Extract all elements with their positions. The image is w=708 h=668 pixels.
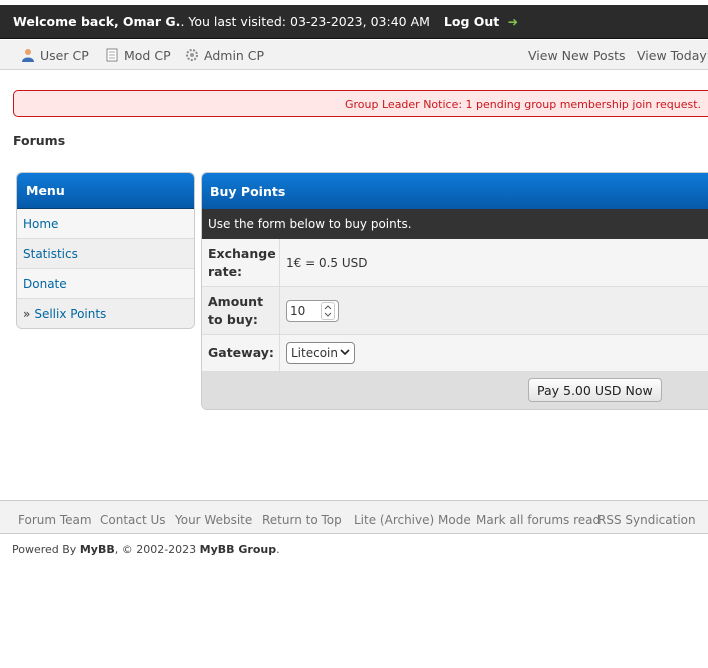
buy-points-subtitle: Use the form below to buy points. [202,209,708,239]
menu-link-donate[interactable]: Donate [23,277,67,291]
chevron-down-icon [340,348,350,359]
amount-cell: 10 [280,287,339,334]
amount-label-line1: Amount [208,293,264,309]
lite-mode-link[interactable]: Lite (Archive) Mode [354,513,471,527]
return-to-top-link[interactable]: Return to Top [262,513,342,527]
your-website-link[interactable]: Your Website [175,513,252,527]
mark-forums-read-link[interactable]: Mark all forums read [476,513,600,527]
powered-middle: , © 2002-2023 [114,543,200,556]
menu-title: Menu [17,173,194,209]
menu-item-donate: Donate [17,269,194,299]
username-link[interactable]: Omar G. [123,14,181,29]
menu-item-sellix-points: » Sellix Points [17,299,194,328]
amount-row: Amount to buy: 10 [202,287,708,335]
group-leader-notice: Group Leader Notice: 1 pending group mem… [13,90,708,117]
admin-cp-link[interactable]: Admin CP [185,40,265,69]
admin-cp-label: Admin CP [204,47,265,63]
amount-value: 10 [290,303,306,318]
exchange-rate-row: Exchange rate: 1€ = 0.5 USD [202,239,708,287]
view-todays-posts-link[interactable]: View Today's Posts [637,40,708,69]
document-icon [105,48,119,62]
view-new-posts-link[interactable]: View New Posts [528,40,626,69]
contact-us-link[interactable]: Contact Us [100,513,166,527]
amount-stepper[interactable]: 10 [286,299,339,322]
exchange-rate-label: Exchange rate: [202,239,280,286]
gateway-label: Gateway: [202,335,280,371]
logout-link[interactable]: Log Out ➜ [444,14,518,29]
user-icon [21,48,35,62]
gateway-row: Gateway: Litecoin [202,335,708,372]
powered-by: Powered By MyBB, © 2002-2023 MyBB Group. [12,543,280,556]
powered-prefix: Powered By [12,543,80,556]
exchange-rate-value: 1€ = 0.5 USD [286,255,368,270]
welcome-prefix: Welcome back, [13,14,119,29]
user-cp-label: User CP [40,47,89,63]
mybb-group-link[interactable]: MyBB Group [200,543,276,556]
buy-points-title: Buy Points [202,173,708,209]
exchange-label-line1: Exchange [208,245,276,261]
buy-points-footer: Pay 5.00 USD Now [202,372,708,409]
gateway-selected: Litecoin [291,346,338,360]
logout-label: Log Out [443,14,500,29]
gateway-cell: Litecoin [280,335,355,371]
menu-item-statistics: Statistics [17,239,194,269]
amount-label: Amount to buy: [202,287,280,334]
mybb-link[interactable]: MyBB [80,543,115,556]
buy-points-panel: Buy Points Use the form below to buy poi… [201,172,708,410]
rss-syndication-link[interactable]: RSS Syndication [598,513,696,527]
menu-link-home[interactable]: Home [23,217,58,231]
menu-link-statistics[interactable]: Statistics [23,247,78,261]
amount-label-line2: to buy: [208,311,258,327]
gateway-select[interactable]: Litecoin [286,342,355,364]
exchange-label-line2: rate: [208,263,243,279]
side-menu: Menu Home Statistics Donate » Sellix Poi… [16,172,195,329]
footer-links: Forum Team Contact Us Your Website Retur… [0,500,708,534]
mod-cp-label: Mod CP [124,47,171,63]
pay-now-button[interactable]: Pay 5.00 USD Now [528,378,662,402]
current-marker: » [23,307,31,321]
powered-suffix: . [276,543,280,556]
menu-item-home: Home [17,209,194,239]
panel-nav: User CP Mod CP Admin CP View New Posts V… [0,40,708,70]
logout-arrow-icon: ➜ [507,14,519,29]
mod-cp-link[interactable]: Mod CP [105,40,171,69]
menu-link-sellix-points[interactable]: Sellix Points [34,307,106,321]
stepper-arrows-icon[interactable] [321,301,335,320]
user-cp-link[interactable]: User CP [21,40,89,69]
gear-icon [185,48,199,62]
forum-team-link[interactable]: Forum Team [18,513,92,527]
breadcrumb[interactable]: Forums [13,133,65,148]
notice-link[interactable]: Group Leader Notice: 1 pending group mem… [345,98,701,111]
last-visited-text: . You last visited: 03-23-2023, 03:40 AM [180,14,430,29]
welcome-bar: Welcome back, Omar G. . You last visited… [0,5,708,39]
